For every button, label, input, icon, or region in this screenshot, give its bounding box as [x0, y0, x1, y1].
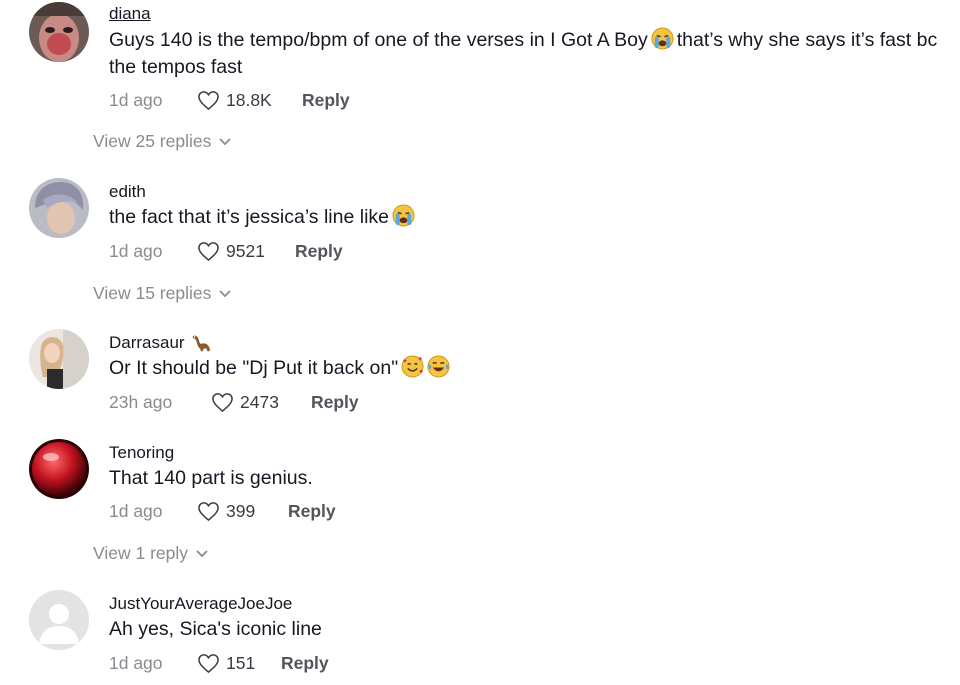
comment-username-label: Darrasaur — [109, 333, 185, 352]
like-count: 18.8K — [226, 89, 272, 110]
like-button[interactable]: 2473 — [211, 392, 279, 413]
reply-button[interactable]: Reply — [302, 90, 350, 111]
comment-text: the fact that it’s jessica’s line like — [109, 204, 939, 231]
default-avatar-icon — [29, 590, 89, 650]
comment-time: 1d ago — [109, 652, 163, 673]
comment-time: 1d ago — [109, 500, 163, 521]
comment-meta: 1d ago 9521 Reply — [109, 239, 343, 263]
view-replies-button[interactable]: View 15 replies — [93, 283, 232, 304]
comment-text: Ah yes, Sica's iconic line — [109, 616, 939, 643]
heart-outline-icon — [198, 501, 219, 521]
comment-meta: 1d ago 399 Reply — [109, 499, 336, 523]
heart-outline-icon — [198, 241, 219, 261]
comment-text-part: Or It should be "Dj Put it back on" — [109, 357, 399, 379]
reply-button[interactable]: Reply — [311, 392, 359, 413]
chevron-down-icon — [219, 289, 231, 297]
comment-text-part: That 140 part is genius. — [109, 467, 313, 489]
comment-meta: 23h ago 2473 Reply — [109, 390, 359, 414]
view-replies-label: View 25 replies — [93, 131, 212, 151]
loudly-crying-face-icon — [392, 204, 415, 227]
like-count: 151 — [226, 652, 256, 673]
reply-button[interactable]: Reply — [281, 653, 329, 674]
like-button[interactable]: 9521 — [197, 241, 265, 262]
view-replies-label: View 15 replies — [93, 283, 212, 303]
comment-text: That 140 part is genius. — [109, 465, 939, 492]
view-replies-label: View 1 reply — [93, 543, 189, 563]
heart-outline-icon — [198, 653, 219, 673]
heart-outline-icon — [212, 392, 233, 412]
smiling-face-with-hearts-icon — [401, 355, 424, 378]
comment-username[interactable]: Darrasaur — [109, 332, 212, 354]
comment-text: Or It should be "Dj Put it back on" — [109, 355, 939, 382]
sauropod-icon — [190, 332, 212, 354]
avatar[interactable] — [29, 329, 89, 389]
like-count: 399 — [226, 500, 256, 521]
comment-time: 1d ago — [109, 89, 163, 110]
comment-username[interactable]: diana — [109, 4, 151, 24]
avatar[interactable] — [29, 439, 89, 499]
avatar[interactable] — [29, 590, 89, 650]
like-count: 2473 — [240, 391, 279, 412]
comment-text-part: the fact that it’s jessica’s line like — [109, 206, 389, 228]
heart-outline-icon — [198, 90, 219, 110]
avatar[interactable] — [29, 178, 89, 238]
comment-text-part: Guys 140 is the tempo/bpm of one of the … — [109, 29, 648, 51]
chevron-down-icon — [196, 549, 208, 557]
comment-time: 23h ago — [109, 391, 173, 412]
loudly-crying-face-icon — [651, 27, 674, 50]
reply-button[interactable]: Reply — [295, 241, 343, 262]
comment-username[interactable]: Tenoring — [109, 443, 174, 463]
view-replies-button[interactable]: View 1 reply — [93, 543, 209, 564]
like-button[interactable]: 151 — [197, 653, 255, 674]
view-replies-button[interactable]: View 25 replies — [93, 131, 232, 152]
comment-username[interactable]: edith — [109, 182, 146, 202]
reply-button[interactable]: Reply — [288, 501, 336, 522]
chevron-down-icon — [219, 137, 231, 145]
like-button[interactable]: 18.8K — [197, 90, 272, 111]
comment-meta: 1d ago 18.8K Reply — [109, 88, 350, 112]
like-count: 9521 — [226, 240, 265, 261]
comment-username[interactable]: JustYourAverageJoeJoe — [109, 594, 292, 614]
avatar[interactable] — [29, 2, 89, 62]
comment-text-part: Ah yes, Sica's iconic line — [109, 618, 322, 640]
comment-meta: 1d ago 151 Reply — [109, 651, 329, 675]
comment-text: Guys 140 is the tempo/bpm of one of the … — [109, 27, 939, 81]
comment-time: 1d ago — [109, 240, 163, 261]
like-button[interactable]: 399 — [197, 501, 255, 522]
face-with-tears-of-joy-icon — [427, 355, 450, 378]
